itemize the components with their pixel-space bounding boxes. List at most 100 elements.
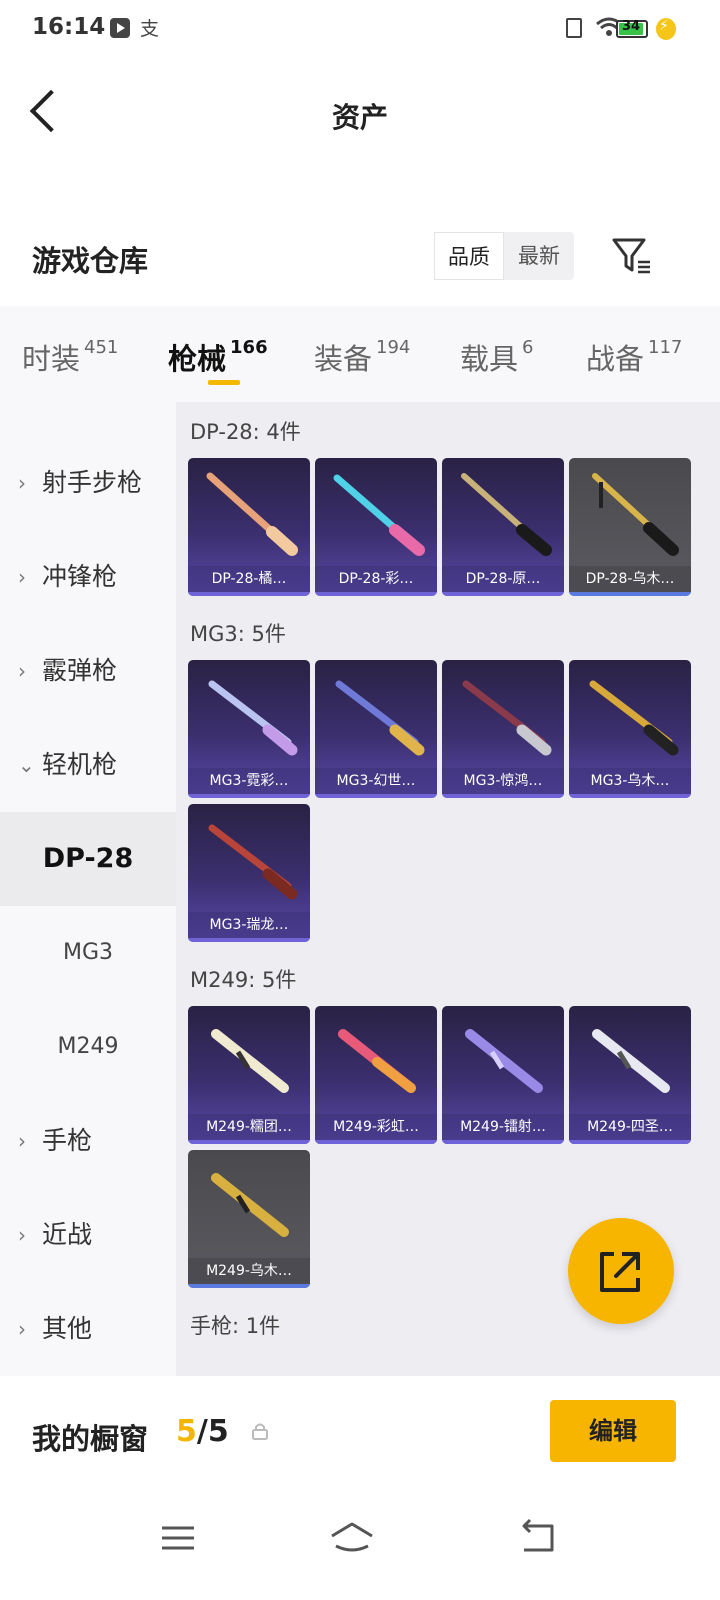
gun-thumbnail bbox=[465, 1029, 543, 1093]
tab-count: 194 bbox=[376, 337, 411, 358]
sidebar-item-melee[interactable]: › 近战 bbox=[0, 1188, 176, 1282]
tab-count: 117 bbox=[648, 337, 683, 358]
item-name: MG3-幻世… bbox=[315, 768, 437, 794]
chevron-right-icon: › bbox=[18, 1223, 26, 1247]
filter-icon[interactable] bbox=[612, 236, 654, 278]
sidebar-item-label: MG3 bbox=[62, 940, 114, 965]
showcase-current: 5 bbox=[176, 1414, 197, 1449]
sidebar-item-m249[interactable]: M249 bbox=[0, 1000, 176, 1094]
category-tabs: 时装 451 枪械 166 装备 194 载具 6 战备 117 bbox=[0, 306, 720, 402]
gun-thumbnail bbox=[338, 1029, 416, 1093]
item-card[interactable]: M249-乌木… bbox=[188, 1150, 310, 1288]
no-sim-icon bbox=[566, 18, 582, 38]
tab-label: 装备 bbox=[314, 342, 373, 376]
item-card[interactable]: M249-糯团… bbox=[188, 1006, 310, 1144]
sidebar-item-label: DP-28 bbox=[42, 843, 134, 874]
chevron-right-icon: › bbox=[18, 471, 26, 495]
sidebar-item-marksman-rifle[interactable]: › 射手步枪 bbox=[0, 436, 176, 530]
item-card[interactable]: MG3-乌木… bbox=[569, 660, 691, 798]
item-name: DP-28-彩… bbox=[315, 566, 437, 592]
tab-label: 战备 bbox=[586, 342, 645, 376]
item-name: MG3-惊鸿… bbox=[442, 768, 564, 794]
item-name: DP-28-乌木… bbox=[569, 566, 691, 592]
sort-quality-button[interactable]: 品质 bbox=[434, 232, 504, 280]
sidebar-item-label: 轻机枪 bbox=[42, 750, 118, 779]
item-card[interactable]: M249-四圣… bbox=[569, 1006, 691, 1144]
gun-thumbnail bbox=[211, 1029, 289, 1093]
rarity-bar bbox=[188, 1284, 310, 1288]
sidebar-item-label: 其他 bbox=[42, 1314, 93, 1343]
tab-label: 载具 bbox=[460, 342, 519, 376]
sidebar-item-shotgun[interactable]: › 霰弹枪 bbox=[0, 624, 176, 718]
group-title-dp28: DP-28: 4件 bbox=[190, 420, 301, 444]
item-card[interactable]: MG3-幻世… bbox=[315, 660, 437, 798]
battery-level: 34 bbox=[622, 19, 641, 34]
tab-equipment[interactable]: 装备 194 bbox=[314, 336, 410, 378]
gun-thumbnail bbox=[592, 1029, 670, 1093]
gun-thumbnail bbox=[333, 474, 425, 556]
sidebar-item-label: 霰弹枪 bbox=[42, 656, 118, 685]
item-card[interactable]: DP-28-原… bbox=[442, 458, 564, 596]
rarity-bar bbox=[442, 794, 564, 798]
sidebar-item-dp28[interactable]: DP-28 bbox=[0, 812, 176, 906]
sidebar-item-mg3[interactable]: MG3 bbox=[0, 906, 176, 1000]
item-card[interactable]: DP-28-橘… bbox=[188, 458, 310, 596]
sort-newest-button[interactable]: 最新 bbox=[504, 232, 574, 280]
sidebar-item-label: 冲锋枪 bbox=[42, 562, 118, 591]
menu-icon[interactable] bbox=[154, 1514, 202, 1562]
sidebar-item-pistol[interactable]: › 手枪 bbox=[0, 1094, 176, 1188]
tab-supplies[interactable]: 战备 117 bbox=[586, 336, 682, 378]
rarity-bar bbox=[315, 592, 437, 596]
item-name: M249-糯团… bbox=[188, 1114, 310, 1140]
showcase-bar: 我的橱窗 5/5 编辑 bbox=[0, 1376, 720, 1496]
video-app-icon bbox=[110, 18, 130, 38]
share-button[interactable] bbox=[568, 1218, 674, 1324]
tab-count: 451 bbox=[84, 337, 119, 358]
item-card[interactable]: M249-镭射… bbox=[442, 1006, 564, 1144]
chevron-right-icon: › bbox=[18, 659, 26, 683]
status-bar: 16:14 支 34 bbox=[0, 0, 720, 56]
tab-label: 枪械 bbox=[168, 342, 227, 376]
back-nav-icon[interactable] bbox=[514, 1514, 562, 1562]
item-name: M249-镭射… bbox=[442, 1114, 564, 1140]
sidebar-item-label: 手枪 bbox=[42, 1126, 93, 1155]
sidebar-item-smg[interactable]: › 冲锋枪 bbox=[0, 530, 176, 624]
charging-icon bbox=[656, 18, 676, 40]
item-card[interactable]: MG3-惊鸿… bbox=[442, 660, 564, 798]
tab-vehicles[interactable]: 载具 6 bbox=[460, 336, 533, 378]
rarity-bar bbox=[188, 1140, 310, 1144]
item-card[interactable]: MG3-霓彩… bbox=[188, 660, 310, 798]
item-card[interactable]: DP-28-彩… bbox=[315, 458, 437, 596]
tab-count: 166 bbox=[230, 337, 268, 358]
warehouse-title: 游戏仓库 bbox=[32, 244, 149, 278]
rarity-bar bbox=[315, 794, 437, 798]
tab-fashion[interactable]: 时装 451 bbox=[22, 336, 118, 378]
item-name: M249-彩虹… bbox=[315, 1114, 437, 1140]
sidebar: ··· ›射手步枪 ›冲锋枪 ›霰弹枪 ⌄轻机枪 DP-28 MG3 M249 … bbox=[0, 402, 176, 1402]
rarity-bar bbox=[569, 794, 691, 798]
tab-guns[interactable]: 枪械 166 bbox=[168, 336, 268, 378]
showcase-label: 我的橱窗 bbox=[32, 1422, 149, 1456]
home-icon[interactable] bbox=[328, 1514, 376, 1562]
lock-icon bbox=[252, 1423, 268, 1440]
status-time: 16:14 bbox=[32, 14, 106, 40]
showcase-total: /5 bbox=[196, 1414, 229, 1449]
item-name: DP-28-橘… bbox=[188, 566, 310, 592]
sidebar-item-hidden[interactable]: ··· bbox=[0, 402, 176, 438]
alipay-icon: 支 bbox=[140, 18, 160, 40]
sidebar-item-lmg[interactable]: ⌄ 轻机枪 bbox=[0, 718, 176, 812]
item-card[interactable]: M249-彩虹… bbox=[315, 1006, 437, 1144]
edit-button[interactable]: 编辑 bbox=[550, 1400, 676, 1462]
sidebar-item-other[interactable]: › 其他 bbox=[0, 1282, 176, 1376]
rarity-bar bbox=[442, 592, 564, 596]
sidebar-item-label: 射手步枪 bbox=[42, 468, 143, 497]
item-name: DP-28-原… bbox=[442, 566, 564, 592]
sort-toggle: 品质 最新 bbox=[434, 232, 574, 280]
tab-count: 6 bbox=[522, 337, 534, 358]
rarity-bar bbox=[442, 1140, 564, 1144]
item-card[interactable]: DP-28-乌木… bbox=[569, 458, 691, 596]
page-title: 资产 bbox=[331, 101, 388, 134]
item-card[interactable]: MG3-瑞龙… bbox=[188, 804, 310, 942]
gun-thumbnail bbox=[592, 473, 679, 556]
sidebar-item-label: M249 bbox=[57, 1034, 119, 1059]
